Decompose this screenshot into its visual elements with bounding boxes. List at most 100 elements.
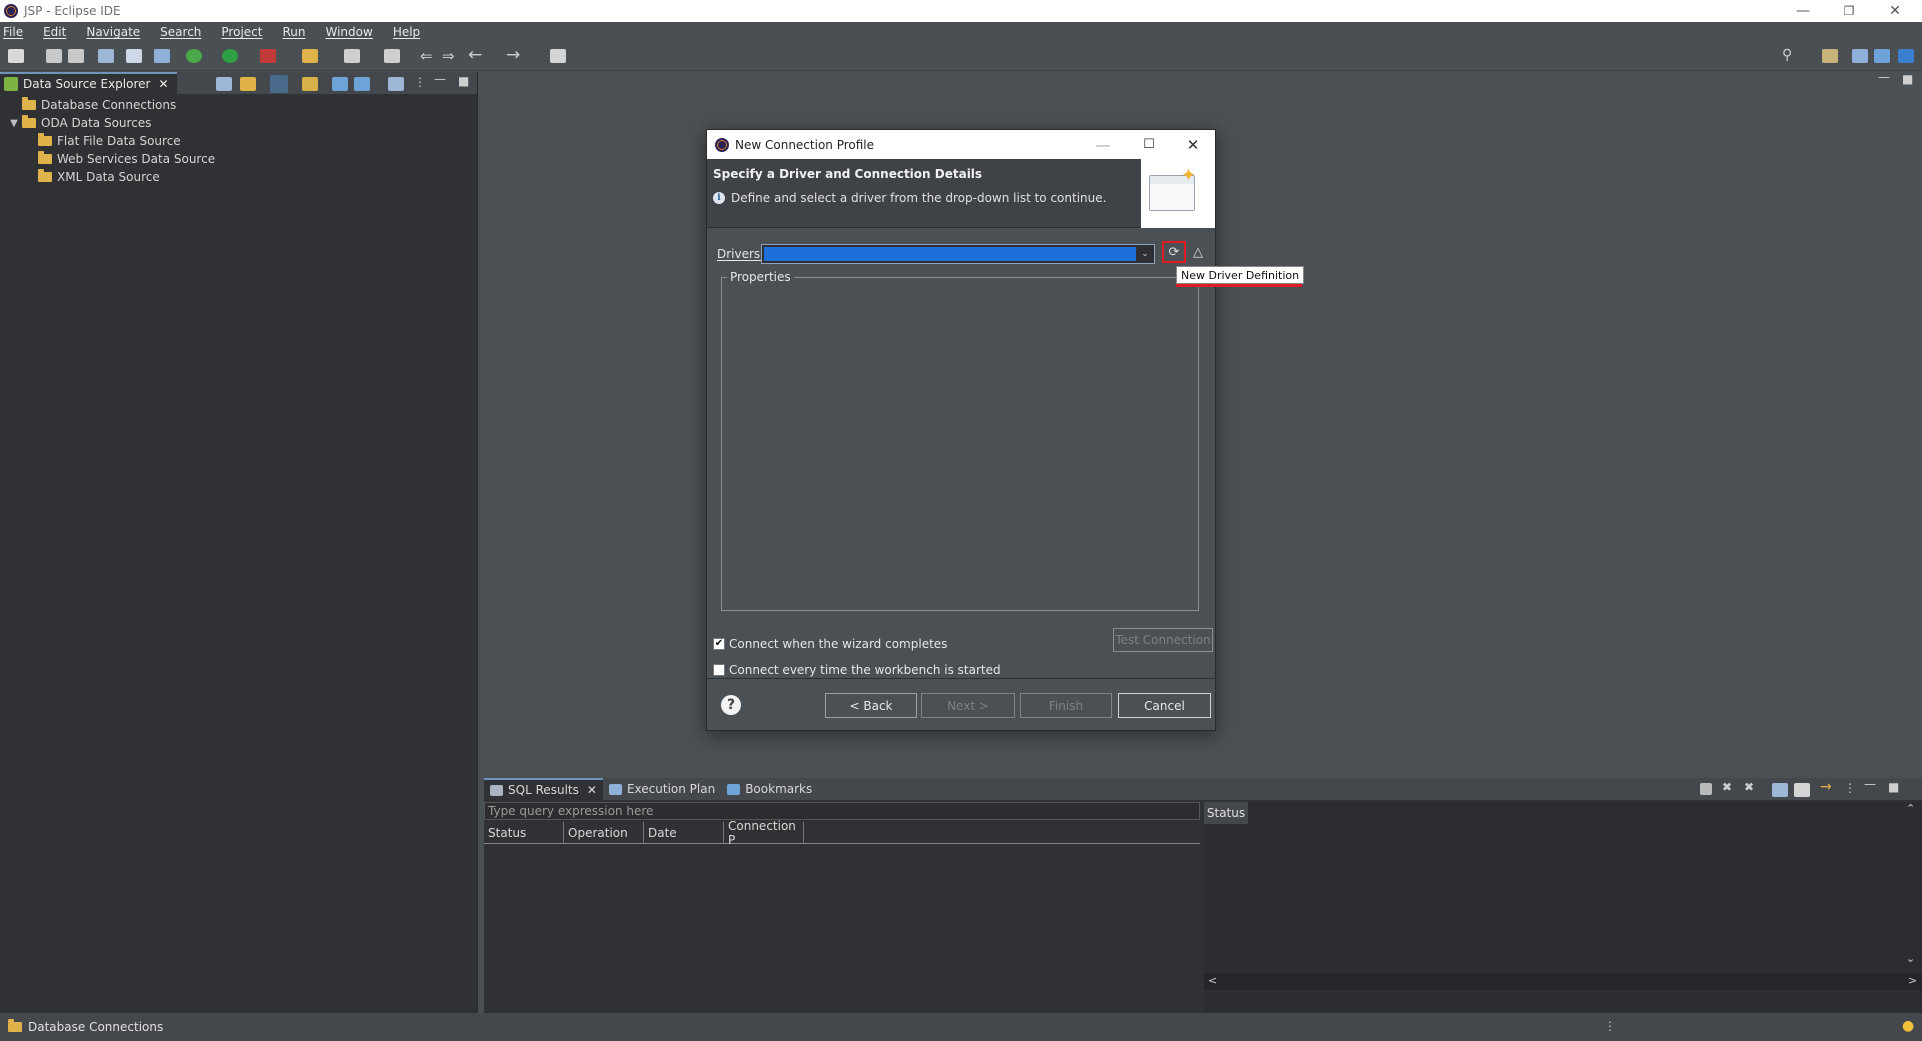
- finish-button[interactable]: Finish: [1020, 693, 1112, 718]
- java-perspective-icon[interactable]: [1874, 49, 1890, 63]
- tab-label: Bookmarks: [745, 782, 813, 796]
- menu-help[interactable]: Help: [393, 25, 420, 39]
- maximize-view-icon[interactable]: ■: [1888, 780, 1899, 794]
- tree-item-web-services-data-source[interactable]: Web Services Data Source: [0, 150, 477, 168]
- open-type-icon[interactable]: [344, 49, 360, 63]
- drivers-dropdown[interactable]: ⌄: [761, 244, 1155, 264]
- debug-icon[interactable]: [186, 49, 202, 63]
- import-icon[interactable]: [354, 77, 370, 91]
- prev-edit-icon[interactable]: ⇐: [420, 47, 433, 65]
- tab-data-source-explorer[interactable]: Data Source Explorer ✕: [0, 72, 177, 94]
- edit-driver-definition-button[interactable]: △: [1189, 243, 1207, 261]
- test-connection-button[interactable]: Test Connection: [1113, 628, 1213, 652]
- menu-file[interactable]: File: [3, 25, 23, 39]
- tree-item-xml-data-source[interactable]: XML Data Source: [0, 168, 477, 186]
- remove-result-icon[interactable]: ✖: [1722, 780, 1732, 794]
- menu-edit[interactable]: Edit: [43, 25, 66, 39]
- new-connection-icon[interactable]: [270, 75, 288, 93]
- close-dialog-button[interactable]: ✕: [1170, 130, 1216, 159]
- run-icon[interactable]: [222, 49, 238, 63]
- export-icon[interactable]: [332, 77, 348, 91]
- terminate-icon[interactable]: [1700, 783, 1712, 795]
- column-header-connection[interactable]: Connection P: [724, 819, 804, 847]
- filter-icon[interactable]: [388, 77, 404, 91]
- menu-project[interactable]: Project: [221, 25, 262, 39]
- maximize-editor-icon[interactable]: ■: [1902, 72, 1913, 86]
- tree-item-database-connections[interactable]: Database Connections: [0, 96, 477, 114]
- cancel-button[interactable]: Cancel: [1118, 693, 1211, 718]
- view-menu-icon[interactable]: ⋮: [414, 75, 426, 89]
- connect-on-finish-option[interactable]: ✔ Connect when the wizard completes: [713, 637, 947, 651]
- restore-window-button[interactable]: ❐: [1826, 0, 1872, 22]
- horizontal-scrollbar[interactable]: < >: [1204, 974, 1922, 990]
- connect-on-startup-option[interactable]: Connect every time the workbench is star…: [713, 663, 1001, 677]
- save-all-icon[interactable]: [68, 49, 84, 63]
- connect-on-finish-checkbox[interactable]: ✔: [713, 638, 725, 650]
- open-perspective-icon[interactable]: [1822, 49, 1838, 63]
- pin-editor-icon[interactable]: [550, 49, 566, 63]
- connect-on-startup-checkbox[interactable]: [713, 664, 725, 676]
- collapse-all-icon[interactable]: [216, 77, 232, 91]
- scroll-up-icon[interactable]: ⌃: [1906, 802, 1915, 815]
- forward-icon[interactable]: →: [506, 45, 520, 65]
- column-header-date[interactable]: Date: [644, 822, 724, 844]
- terminal-icon[interactable]: [126, 49, 142, 63]
- new-icon[interactable]: [8, 49, 24, 63]
- help-icon[interactable]: ?: [721, 695, 741, 715]
- maximize-dialog-button[interactable]: ☐: [1126, 130, 1172, 159]
- column-header-status[interactable]: Status: [484, 822, 564, 844]
- next-edit-icon[interactable]: ⇒: [442, 47, 455, 65]
- tab-bookmarks[interactable]: Bookmarks: [721, 778, 818, 800]
- close-tab-icon[interactable]: ✕: [158, 77, 168, 91]
- tip-lightbulb-icon[interactable]: ●: [1902, 1018, 1914, 1034]
- column-header-operation[interactable]: Operation: [564, 822, 644, 844]
- remove-all-results-icon[interactable]: ✖: [1744, 780, 1754, 794]
- save-history-icon[interactable]: [1794, 783, 1810, 797]
- scroll-right-icon[interactable]: >: [1908, 974, 1917, 987]
- open-task-icon[interactable]: [302, 49, 318, 63]
- query-expression-input[interactable]: Type query expression here: [484, 802, 1200, 820]
- tab-execution-plan[interactable]: Execution Plan: [603, 778, 721, 800]
- close-window-button[interactable]: ✕: [1872, 0, 1918, 22]
- folder-icon: [22, 97, 36, 110]
- back-button[interactable]: < Back: [825, 693, 917, 718]
- menu-navigate[interactable]: Navigate: [86, 25, 140, 39]
- filter-results-icon[interactable]: [1772, 783, 1788, 797]
- tree-item-oda-data-sources[interactable]: ▼ ODA Data Sources: [0, 114, 477, 132]
- annotation-icon[interactable]: [384, 49, 400, 63]
- chevron-down-icon[interactable]: ▼: [8, 118, 20, 129]
- statusbar-selection: Database Connections: [28, 1020, 164, 1034]
- external-tools-icon[interactable]: [260, 49, 276, 63]
- print-icon[interactable]: [98, 49, 114, 63]
- minimize-view-icon[interactable]: —: [1864, 777, 1876, 791]
- database-perspective-icon[interactable]: [1898, 49, 1914, 63]
- connect-icon[interactable]: [302, 77, 318, 91]
- tab-sql-results[interactable]: SQL Results ✕: [484, 778, 603, 800]
- menu-run[interactable]: Run: [282, 25, 305, 39]
- next-button[interactable]: Next >: [921, 693, 1015, 718]
- minimize-editor-icon[interactable]: —: [1878, 70, 1890, 84]
- minimize-view-icon[interactable]: —: [434, 72, 446, 86]
- close-tab-icon[interactable]: ✕: [587, 783, 597, 797]
- scroll-left-icon[interactable]: <: [1208, 974, 1217, 987]
- tree-item-flat-file-data-source[interactable]: Flat File Data Source: [0, 132, 477, 150]
- statusbar-handle-icon[interactable]: ⋮: [1604, 1019, 1616, 1033]
- minimize-window-button[interactable]: —: [1780, 0, 1826, 22]
- new-driver-icon: ⟳: [1168, 244, 1180, 260]
- minimize-dialog-button[interactable]: —: [1080, 130, 1126, 159]
- menu-search[interactable]: Search: [160, 25, 201, 39]
- banner-message-row: i Define and select a driver from the dr…: [713, 191, 1106, 205]
- back-icon[interactable]: ←: [468, 45, 482, 65]
- save-icon[interactable]: [46, 49, 62, 63]
- menu-window[interactable]: Window: [325, 25, 372, 39]
- skip-breakpoints-icon[interactable]: [154, 49, 170, 63]
- view-menu-icon[interactable]: ⋮: [1844, 781, 1856, 795]
- search-icon[interactable]: ⚲: [1782, 47, 1792, 63]
- maximize-view-icon[interactable]: ■: [458, 74, 469, 88]
- pin-result-icon[interactable]: →: [1820, 779, 1832, 795]
- jee-perspective-icon[interactable]: [1852, 49, 1868, 63]
- scroll-down-icon[interactable]: ⌄: [1906, 952, 1915, 965]
- link-editor-icon[interactable]: [240, 77, 256, 91]
- new-driver-definition-button[interactable]: ⟳: [1162, 241, 1186, 263]
- chevron-down-icon[interactable]: ⌄: [1138, 247, 1152, 261]
